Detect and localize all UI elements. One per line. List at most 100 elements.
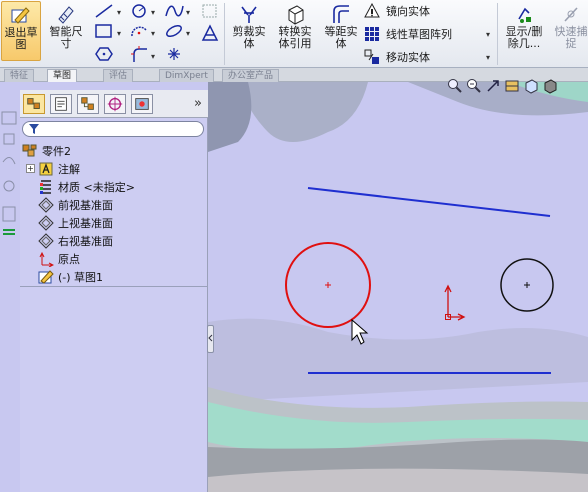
trim-label: 剪裁实 体 — [232, 25, 266, 50]
spline-dropdown-icon[interactable]: ▾ — [186, 9, 193, 17]
tree-item-label: 上视基准面 — [58, 216, 113, 230]
tree-item-label: 原点 — [58, 252, 80, 266]
mirror-entities-button[interactable]: 镜向实体 — [364, 2, 430, 20]
collapse-arrow-icon — [208, 334, 213, 342]
move-entities-icon — [364, 49, 379, 64]
feature-manager-panel: » 零件2 + 注解 材质 <未指定> 前视基准面 上视基准面 右视基准面 原点… — [20, 90, 208, 492]
linear-pattern-button[interactable]: 线性草图阵列 — [364, 25, 452, 43]
plane-icon — [38, 232, 54, 249]
plane-icon — [38, 196, 54, 213]
move-entities-button[interactable]: 移动实体 — [364, 48, 430, 66]
plane-icon — [38, 214, 54, 231]
convert-entities-button[interactable]: 转换实 体引用 — [272, 1, 318, 61]
tree-item-label: 材质 <未指定> — [58, 180, 135, 194]
sketch-icon — [38, 269, 54, 284]
ribbon-separator — [224, 3, 225, 65]
line-tool-icon[interactable] — [93, 2, 115, 20]
tab-office-products[interactable]: 办公室产品 — [222, 69, 280, 82]
graphics-area[interactable] — [208, 82, 588, 492]
feature-tree-filter-input[interactable] — [22, 121, 204, 137]
more-tabs-icon[interactable]: » — [194, 96, 202, 111]
origin-icon — [39, 251, 54, 267]
tree-item-label: 注解 — [58, 162, 80, 176]
graphics-canvas — [208, 82, 588, 492]
fillet-dropdown-icon[interactable]: ▾ — [151, 53, 158, 61]
ellipse-dropdown-icon[interactable]: ▾ — [186, 30, 193, 38]
section-view-icon[interactable] — [504, 78, 520, 94]
offset-entities-button[interactable]: 等距实 体 — [320, 1, 362, 61]
tree-item-label: (-) 草图1 — [58, 270, 104, 284]
linear-pattern-icon — [365, 27, 379, 41]
left-toolbar-strip — [0, 82, 20, 492]
tree-item-origin[interactable]: 原点 — [38, 250, 80, 267]
circle-dropdown-icon[interactable]: ▾ — [151, 9, 158, 17]
view-orientation-icon[interactable] — [523, 78, 539, 94]
rectangle-dropdown-icon[interactable]: ▾ — [117, 30, 124, 38]
previous-view-icon[interactable] — [485, 78, 501, 94]
plane-tool-icon[interactable] — [199, 2, 221, 20]
quick-snaps-label: 快速捕 捉 — [554, 25, 588, 50]
text-tool-icon[interactable] — [199, 24, 221, 42]
tab-features[interactable]: 特征 — [4, 69, 35, 82]
show-delete-label: 显示/删 除几... — [505, 25, 543, 50]
trim-icon — [241, 6, 257, 23]
expand-icon[interactable]: + — [26, 164, 35, 173]
tab-evaluate[interactable]: 评估 — [103, 69, 134, 82]
panel-collapse-handle[interactable] — [207, 325, 214, 353]
rectangle-tool-icon[interactable] — [93, 22, 115, 40]
show-delete-relations-button[interactable]: 显示/删 除几... — [501, 1, 547, 61]
dimxpert-manager-tab-icon[interactable] — [104, 94, 126, 114]
offset-entities-label: 等距实 体 — [324, 25, 358, 50]
tree-item-label: 前视基准面 — [58, 198, 113, 212]
tree-item-material[interactable]: 材质 <未指定> — [38, 178, 135, 195]
feature-manager-tabs: » — [20, 90, 208, 118]
zoom-to-fit-icon[interactable] — [447, 78, 463, 94]
ellipse-tool-icon[interactable] — [163, 22, 185, 40]
spline-tool-icon[interactable] — [163, 2, 185, 20]
trim-entities-button[interactable]: 剪裁实 体 — [228, 1, 270, 61]
zoom-area-icon[interactable] — [466, 78, 482, 94]
tree-item-front-plane[interactable]: 前视基准面 — [38, 196, 113, 213]
tree-item-label: 右视基准面 — [58, 234, 113, 248]
tab-sketch[interactable]: 草图 — [47, 69, 78, 82]
heads-up-view-toolbar — [447, 78, 558, 96]
mirror-entities-label: 镜向实体 — [386, 5, 430, 18]
exit-sketch-label: 退出草 图 — [4, 26, 38, 51]
line-dropdown-icon[interactable]: ▾ — [117, 9, 124, 17]
mirror-icon — [364, 3, 380, 18]
pattern-dropdown-icon[interactable]: ▾ — [486, 31, 493, 39]
arc-dropdown-icon[interactable]: ▾ — [151, 30, 158, 38]
circle-tool-icon[interactable] — [128, 2, 150, 20]
smart-dimension-button[interactable]: 智能尺 寸 — [45, 1, 87, 61]
filter-icon — [29, 124, 39, 134]
tree-item-right-plane[interactable]: 右视基准面 — [38, 232, 113, 249]
tree-item-top-plane[interactable]: 上视基准面 — [38, 214, 113, 231]
circle-center-mark — [524, 282, 530, 288]
property-manager-tab-icon[interactable] — [50, 94, 72, 114]
move-dropdown-icon[interactable]: ▾ — [486, 54, 493, 62]
tree-item-sketch1[interactable]: (-) 草图1 — [38, 268, 103, 285]
relations-icon — [518, 7, 531, 23]
tree-root-part[interactable]: 零件2 — [22, 142, 71, 159]
feature-manager-splitter[interactable] — [20, 286, 208, 287]
display-style-icon[interactable] — [542, 78, 558, 94]
left-toolbar-icons — [1, 111, 17, 235]
ribbon-separator — [497, 3, 498, 65]
fillet-tool-icon[interactable] — [128, 45, 150, 63]
sketch-line-top[interactable] — [307, 187, 551, 217]
feature-tree-tab-icon[interactable] — [23, 94, 45, 114]
offset-entities-icon — [333, 5, 349, 23]
point-tool-icon[interactable] — [163, 45, 185, 63]
display-manager-tab-icon[interactable] — [131, 94, 153, 114]
command-manager: 退出草 图 智能尺 寸 ▾ ▾ ▾ ▾ ▾ ▾ ▾ 剪裁实 体 转换实 体引用 … — [0, 0, 588, 68]
arc-tool-icon[interactable] — [128, 22, 150, 40]
quick-snaps-button[interactable]: 快速捕 捉 — [551, 1, 588, 61]
tree-item-annotations[interactable]: + 注解 — [26, 160, 80, 177]
polygon-tool-icon[interactable] — [93, 45, 115, 63]
annotations-icon — [39, 162, 53, 175]
tab-dimxpert[interactable]: DimXpert — [159, 69, 214, 82]
smart-dimension-icon — [58, 6, 74, 24]
smart-dimension-label: 智能尺 寸 — [49, 25, 83, 50]
exit-sketch-button[interactable]: 退出草 图 — [1, 1, 41, 61]
configuration-manager-tab-icon[interactable] — [77, 94, 99, 114]
